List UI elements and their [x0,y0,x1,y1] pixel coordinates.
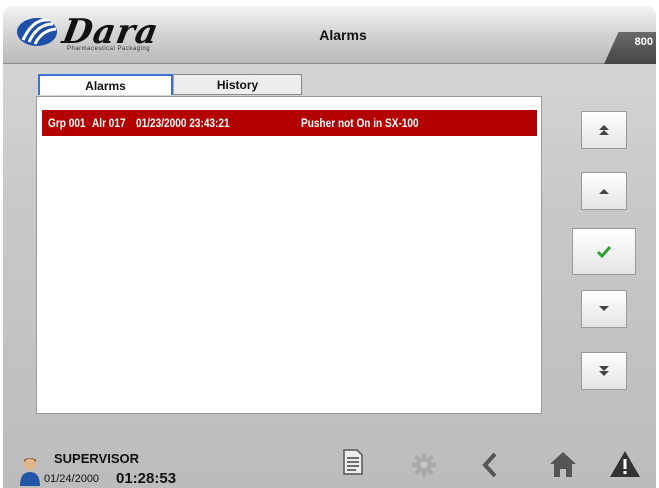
acknowledge-button[interactable] [572,228,636,275]
alarm-group: Grp 001 [48,116,86,130]
warning-icon[interactable] [609,450,641,478]
tab-history[interactable]: History [173,74,302,95]
alarm-datetime: 01/23/2000 23:43:21 [136,116,230,130]
current-date: 01/24/2000 [44,473,100,485]
screen-code: 800 [634,36,653,48]
double-down-arrow-icon [599,366,609,376]
alarm-list: Grp 001 Alr 017 01/23/2000 23:43:21 Push… [36,96,542,414]
double-up-arrow-icon [599,125,609,135]
scroll-up-button[interactable] [581,172,627,210]
page-title: Alarms [319,27,367,43]
current-user: SUPERVISOR [54,451,140,466]
gear-icon[interactable] [412,453,436,477]
scroll-top-button[interactable] [581,111,627,149]
user-icon [20,458,40,486]
document-icon[interactable] [343,449,363,475]
alarm-row[interactable]: Grp 001 Alr 017 01/23/2000 23:43:21 Push… [42,110,537,136]
header-bar: Dara Pharmaceutical Packaging Alarms [3,6,656,64]
home-icon[interactable] [548,450,578,478]
logo-tagline: Pharmaceutical Packaging [67,46,151,52]
scroll-down-button[interactable] [581,290,627,328]
current-time: 01:28:53 [116,470,177,487]
back-icon[interactable] [482,452,498,478]
alarm-id: Alr 017 [92,116,126,130]
scroll-bottom-button[interactable] [581,352,627,390]
up-arrow-icon [599,189,609,194]
down-arrow-icon [599,306,609,311]
tab-alarms[interactable]: Alarms [38,74,173,95]
alarm-message: Pusher not On in SX-100 [301,116,419,130]
check-icon [596,245,612,258]
